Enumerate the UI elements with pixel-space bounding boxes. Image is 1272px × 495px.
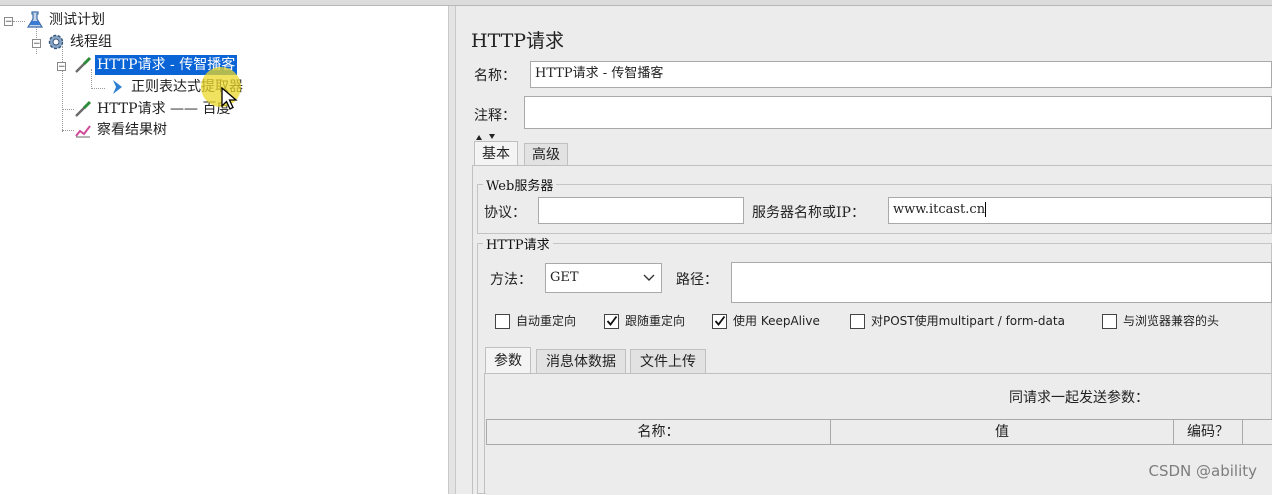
tab-basic[interactable]: 基本: [474, 141, 518, 165]
tree-connector: [91, 88, 105, 89]
multipart-checkbox[interactable]: 对POST使用multipart / form-data: [850, 312, 1065, 329]
checkbox-label: 跟随重定向: [625, 314, 686, 328]
checkbox-label: 自动重定向: [516, 314, 577, 328]
chart-icon: [74, 121, 92, 139]
panel-title: HTTP请求: [471, 30, 565, 52]
pointer-icon: [221, 87, 238, 110]
comment-input[interactable]: [524, 96, 1272, 129]
name-label: 名称：: [474, 68, 516, 84]
follow-redirect-checkbox[interactable]: 跟随重定向: [604, 312, 685, 329]
split-pane-divider[interactable]: [448, 6, 456, 494]
tree-connector: [62, 46, 63, 132]
path-input[interactable]: [731, 262, 1272, 303]
flask-icon: [26, 11, 44, 29]
server-value: www.itcast.cn: [893, 202, 986, 217]
server-input[interactable]: www.itcast.cn: [888, 197, 1272, 224]
checkbox-box: [712, 314, 727, 329]
tab-parameters[interactable]: 参数: [485, 347, 531, 374]
http-request-panel: HTTP请求 名称： HTTP请求 - 传智播客 注释： 基本 高级 Web服务…: [456, 6, 1272, 495]
server-label: 服务器名称或IP：: [752, 205, 865, 221]
path-label: 路径：: [676, 272, 718, 288]
tree-node-label: 线程组: [70, 34, 112, 50]
browser-compatible-headers-checkbox[interactable]: 与浏览器兼容的头: [1102, 312, 1219, 329]
method-select[interactable]: GET: [545, 263, 662, 293]
group-title: HTTP请求: [483, 234, 553, 253]
tree-connector: [62, 109, 74, 110]
column-header-encode[interactable]: 编码？: [1174, 420, 1243, 444]
test-plan-tree[interactable]: − 测试计划 − 线程组 − HTTP请求 - 传智播客 正则表达式提取器 HT…: [0, 6, 448, 494]
collapse-toggle[interactable]: −: [4, 17, 13, 27]
text-caret: [985, 202, 987, 217]
chevron-down-icon: [643, 274, 655, 281]
pipette-icon: [74, 56, 92, 74]
name-input[interactable]: HTTP请求 - 传智播客: [530, 61, 1272, 88]
checkbox-box: [850, 314, 865, 329]
column-header-value[interactable]: 值: [831, 420, 1174, 444]
protocol-input[interactable]: [538, 197, 744, 224]
checkbox-box: [604, 314, 619, 329]
checkbox-label: 使用 KeepAlive: [733, 314, 820, 328]
tree-connector: [13, 21, 25, 22]
checkbox-label: 与浏览器兼容的头: [1123, 314, 1220, 328]
tree-connector: [62, 130, 74, 131]
checkmark-icon: [714, 315, 726, 326]
column-header-name[interactable]: 名称：: [487, 420, 831, 444]
watermark: CSDN @ability: [1148, 462, 1257, 480]
protocol-label: 协议：: [484, 205, 526, 221]
params-caption: 同请求一起发送参数：: [1009, 390, 1149, 406]
collapse-toggle[interactable]: −: [57, 62, 66, 72]
tab-advanced[interactable]: 高级: [524, 143, 568, 165]
checkbox-label: 对POST使用multipart / form-data: [871, 314, 1065, 328]
keepalive-checkbox[interactable]: 使用 KeepAlive: [712, 312, 820, 329]
tree-node-test-plan[interactable]: 测试计划: [26, 10, 107, 30]
collapse-toggle[interactable]: −: [32, 39, 41, 49]
tree-node-label: 测试计划: [49, 12, 105, 28]
checkmark-icon: [606, 315, 618, 326]
method-value: GET: [550, 270, 579, 285]
tree-node-label: 察看结果树: [97, 122, 167, 138]
tab-body-data[interactable]: 消息体数据: [536, 349, 626, 373]
method-label: 方法：: [490, 272, 532, 288]
gear-icon: [47, 33, 65, 51]
checkbox-box: [495, 314, 510, 329]
extractor-arrow-icon: [108, 78, 126, 96]
auto-redirect-checkbox[interactable]: 自动重定向: [495, 312, 576, 329]
checkbox-box: [1102, 314, 1117, 329]
comment-label: 注释：: [474, 108, 516, 124]
tab-file-upload[interactable]: 文件上传: [630, 349, 706, 373]
tree-node-result-tree[interactable]: 察看结果树: [74, 120, 169, 140]
tree-node-thread-group[interactable]: 线程组: [47, 32, 114, 52]
pipette-icon: [74, 100, 92, 118]
group-title: Web服务器: [483, 175, 557, 194]
